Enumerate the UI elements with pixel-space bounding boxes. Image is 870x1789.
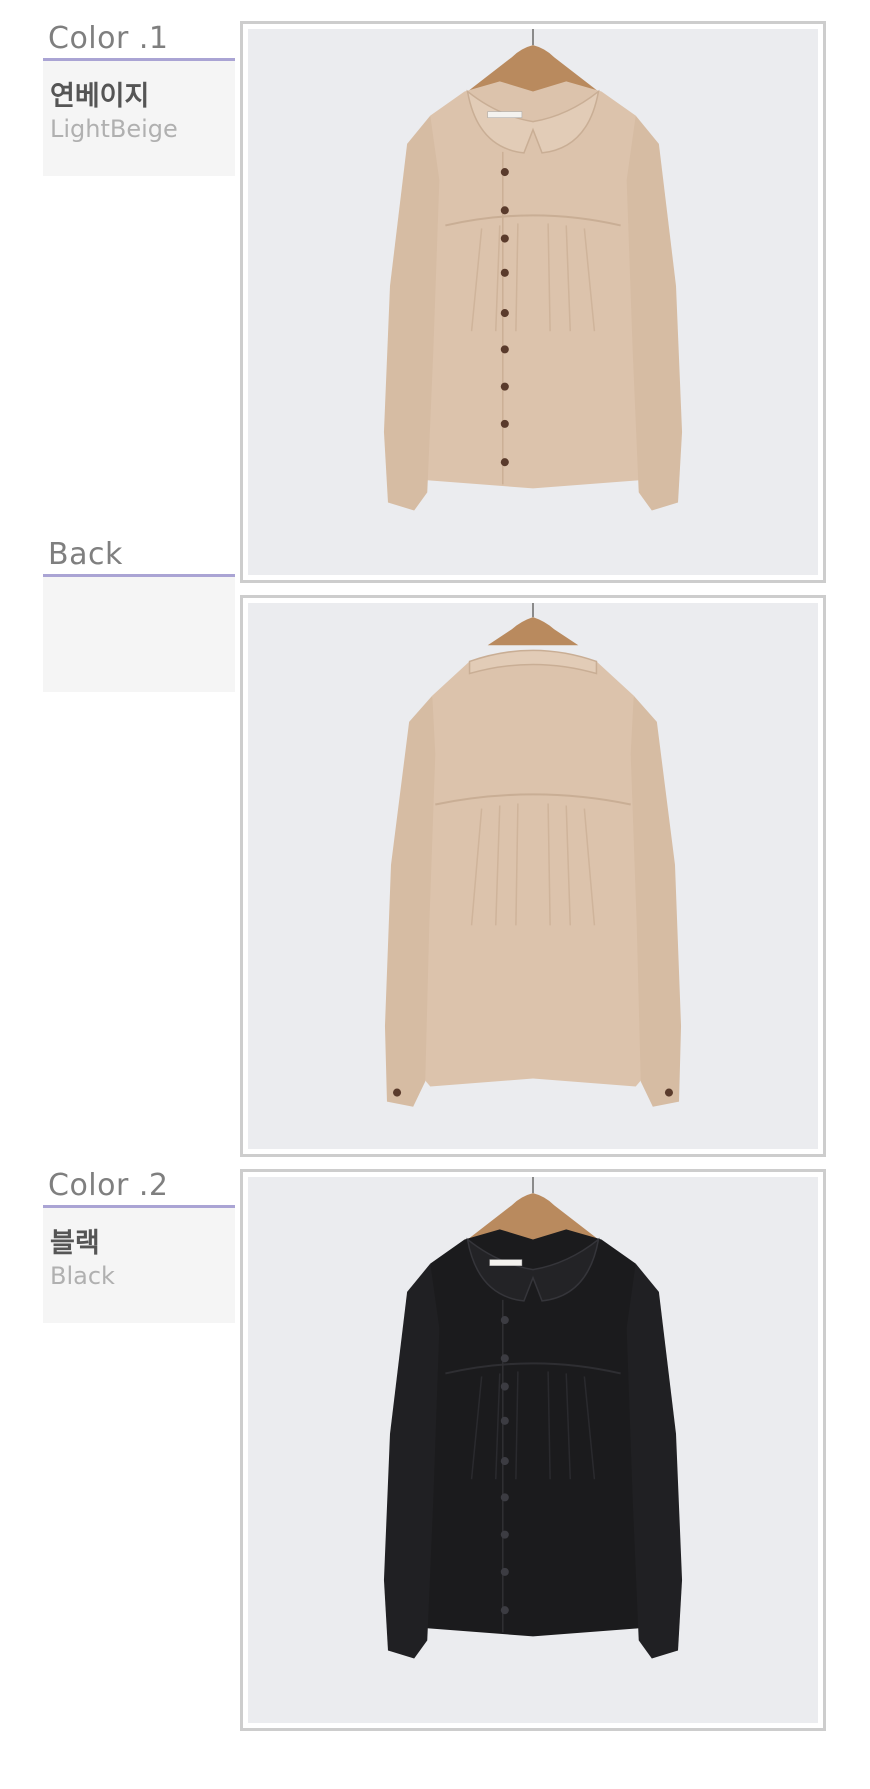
section-title: Back bbox=[48, 537, 123, 572]
color-name-box: 블랙 Black bbox=[43, 1208, 235, 1323]
color-name-box bbox=[43, 577, 235, 692]
product-photo-front-lightbeige bbox=[240, 21, 826, 583]
blouse-front-black-image bbox=[248, 1177, 818, 1723]
color-name-korean: 연베이지 bbox=[50, 81, 150, 112]
product-photo-front-black bbox=[240, 1169, 826, 1731]
color-name-korean: 블랙 bbox=[50, 1228, 100, 1259]
color-name-box: 연베이지 LightBeige bbox=[43, 61, 235, 176]
section-title: Color .1 bbox=[48, 21, 169, 56]
section-title: Color .2 bbox=[48, 1168, 169, 1203]
product-photo-back-lightbeige bbox=[240, 595, 826, 1157]
blouse-back-image bbox=[248, 603, 818, 1149]
blouse-front-image bbox=[248, 29, 818, 575]
color-name-english: LightBeige bbox=[50, 115, 178, 143]
color-name-english: Black bbox=[50, 1262, 115, 1290]
